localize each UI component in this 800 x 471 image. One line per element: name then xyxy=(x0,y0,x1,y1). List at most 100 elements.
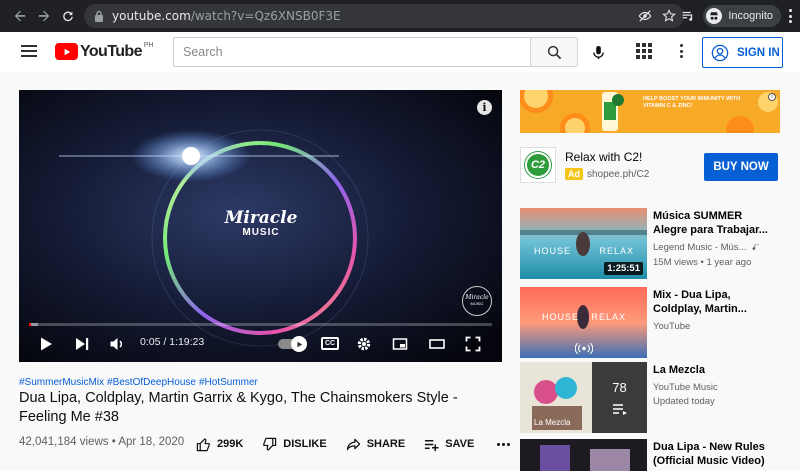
thumbnail-caption: HOUSE RELAX xyxy=(534,246,634,256)
autoplay-knob xyxy=(291,336,307,352)
ad-info-icon[interactable]: i xyxy=(768,93,776,101)
youtube-header: YouTube PH SIGN IN xyxy=(0,32,800,72)
buy-now-button[interactable]: BUY NOW xyxy=(704,153,778,181)
gear-icon xyxy=(357,337,371,351)
video-thumbnail[interactable]: HOUSE RELAX xyxy=(520,287,647,358)
volume-button[interactable] xyxy=(109,334,125,354)
video-duration: 1:25:51 xyxy=(604,262,643,275)
recommended-title: Mix - Dua Lipa, Coldplay, Martin... xyxy=(653,289,747,315)
thumbnail-caption: La Mezcla xyxy=(534,418,571,427)
search-icon xyxy=(547,45,561,59)
autoplay-toggle[interactable] xyxy=(278,336,307,352)
channel-name: Legend Music - Mús... xyxy=(653,242,747,253)
thumbnail-caption-left: HOUSE xyxy=(534,246,572,256)
back-button[interactable] xyxy=(10,6,30,26)
watermark-subtitle: MUSIC xyxy=(470,301,484,306)
address-bar[interactable]: youtube.com/watch?v=Qz6XNSB0F3E xyxy=(84,4,684,28)
advertiser-logo: C2 xyxy=(520,147,556,183)
logo-wordmark: YouTube xyxy=(80,43,142,60)
advertiser-logo-text: C2 xyxy=(530,159,546,171)
theater-mode-button[interactable] xyxy=(429,334,445,354)
url-path: /watch?v=Qz6XNSB0F3E xyxy=(190,9,341,23)
miniplayer-button[interactable] xyxy=(392,334,408,354)
settings-more-icon[interactable] xyxy=(673,42,689,60)
recommended-title: Música SUMMER Alegre para Trabajar... xyxy=(653,210,768,236)
hashtag-link[interactable]: #HotSummer xyxy=(199,377,258,388)
star-icon[interactable] xyxy=(662,9,676,23)
save-button[interactable]: SAVE xyxy=(424,437,474,452)
youtube-logo[interactable]: YouTube PH xyxy=(55,42,154,61)
incognito-icon xyxy=(706,8,723,24)
play-button[interactable] xyxy=(38,334,54,354)
skip-next-icon xyxy=(76,338,89,350)
next-button[interactable] xyxy=(74,334,90,354)
upload-date: Apr 18, 2020 xyxy=(118,436,185,448)
dislike-button[interactable]: DISLIKE xyxy=(262,437,327,452)
search-field[interactable] xyxy=(173,37,530,67)
recommended-title: La Mezcla xyxy=(653,364,705,376)
arrow-right-icon xyxy=(38,10,50,22)
lock-icon xyxy=(95,10,103,22)
recommended-mix[interactable]: HOUSE RELAX Mix - Dua Lipa, Coldplay, Ma… xyxy=(520,287,780,359)
address-url: youtube.com/watch?v=Qz6XNSB0F3E xyxy=(112,9,341,23)
apps-grid-icon[interactable] xyxy=(636,43,652,59)
save-label: SAVE xyxy=(445,438,475,450)
recommended-video[interactable]: HOUSE RELAX 1:25:51 Música SUMMER Alegre… xyxy=(520,208,780,280)
video-thumbnail[interactable] xyxy=(520,439,647,471)
channel-name: YouTube xyxy=(653,321,691,332)
channel-name: YouTube Music xyxy=(653,382,718,393)
incognito-label: Incognito xyxy=(728,10,773,22)
share-icon xyxy=(346,438,360,450)
playlist-icon xyxy=(612,404,627,415)
settings-button[interactable] xyxy=(356,334,372,354)
eye-off-icon[interactable] xyxy=(638,9,652,23)
playlist-thumbnail[interactable]: 78 La Mezcla xyxy=(520,362,647,433)
search-input[interactable] xyxy=(174,38,530,66)
hashtag-link[interactable]: #BestOfDeepHouse xyxy=(107,377,196,388)
share-button[interactable]: SHARE xyxy=(346,437,406,452)
ad-banner[interactable]: HELP BOOST YOUR IMMUNITY WITH VITAMIN C … xyxy=(520,90,780,133)
autoplay-play-icon xyxy=(296,341,302,347)
video-thumbnail[interactable]: HOUSE RELAX 1:25:51 xyxy=(520,208,647,279)
sign-in-label: SIGN IN xyxy=(737,46,780,59)
time-display: 0:05 / 1:19:23 xyxy=(140,336,205,348)
ad-card[interactable]: C2 Relax with C2! Ad shopee.ph/C2 BUY NO… xyxy=(520,147,780,187)
overlay-brand-subtitle: MUSIC xyxy=(242,227,280,238)
theater-icon xyxy=(429,339,445,349)
channel-watermark[interactable]: Miracle MUSIC xyxy=(462,286,492,316)
playlist-count: 78 xyxy=(612,380,627,395)
ad-badge: Ad xyxy=(565,168,583,180)
hashtag-link[interactable]: #SummerMusicMix xyxy=(19,377,104,388)
voice-search-button[interactable] xyxy=(585,40,611,64)
advertiser-logo-mark: C2 xyxy=(525,152,551,178)
arrow-left-icon xyxy=(14,10,26,22)
captions-button[interactable]: CC xyxy=(321,337,339,350)
incognito-indicator[interactable]: Incognito xyxy=(703,5,781,27)
volume-icon xyxy=(110,338,123,350)
reload-button[interactable] xyxy=(58,6,78,26)
like-button[interactable]: 299K xyxy=(196,437,243,452)
forward-button[interactable] xyxy=(34,6,54,26)
more-actions-button[interactable] xyxy=(497,442,511,446)
thumbnail-caption-right: RELAX xyxy=(591,312,626,322)
dislike-label: DISLIKE xyxy=(283,438,327,450)
reload-icon xyxy=(63,11,73,22)
captions-label: CC xyxy=(324,340,336,347)
share-label: SHARE xyxy=(366,438,406,450)
media-queue-icon[interactable] xyxy=(681,9,695,23)
recommended-playlist[interactable]: 78 La Mezcla La Mezcla YouTube Music Upd… xyxy=(520,362,780,434)
progress-bar[interactable] xyxy=(29,323,492,326)
search-button[interactable] xyxy=(530,37,578,67)
video-stats: 15M views • 1 year ago xyxy=(653,257,752,268)
menu-icon[interactable] xyxy=(21,45,37,57)
like-count: 299K xyxy=(217,438,244,450)
browser-menu-button[interactable] xyxy=(789,9,792,23)
progress-played xyxy=(29,323,31,326)
video-player[interactable]: Miracle MUSIC Miracle MUSIC i 0:05 / 1:1… xyxy=(19,90,502,362)
ad-domain: shopee.ph/C2 xyxy=(587,168,650,180)
sign-in-button[interactable]: SIGN IN xyxy=(702,37,783,68)
fullscreen-button[interactable] xyxy=(465,334,481,354)
youtube-play-icon xyxy=(55,43,78,60)
info-icon[interactable]: i xyxy=(477,100,492,115)
recommended-video[interactable]: Dua Lipa - New Rules (Official Music Vid… xyxy=(520,439,780,471)
